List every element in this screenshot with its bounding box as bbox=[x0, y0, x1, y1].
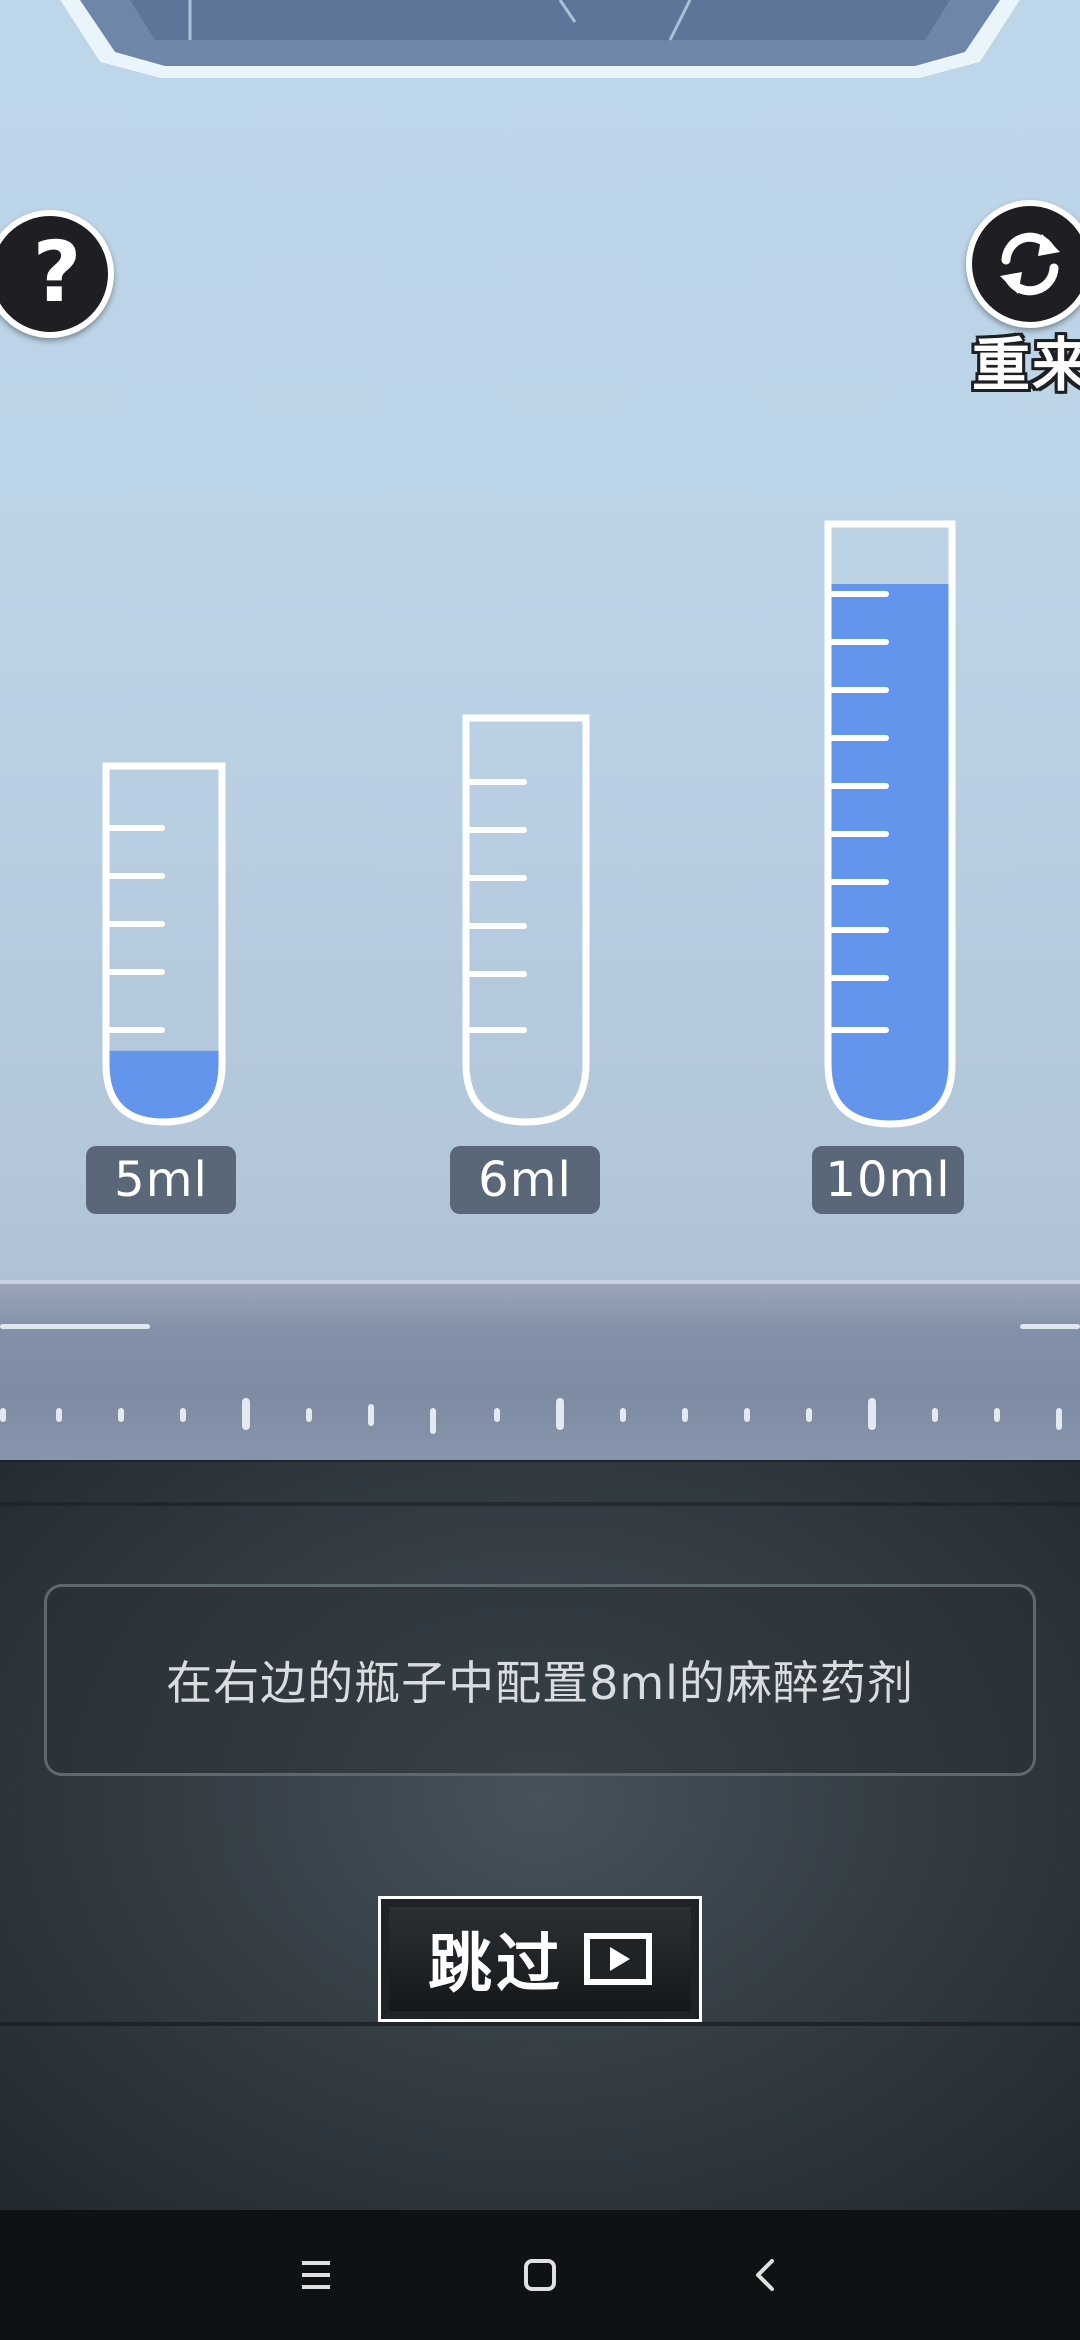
tube-6ml[interactable] bbox=[456, 712, 596, 1130]
top-frame-decoration bbox=[60, 0, 1020, 78]
nav-back-button[interactable] bbox=[706, 2210, 826, 2340]
tube-label-6ml: 6ml bbox=[450, 1146, 600, 1214]
instruction-box: 在右边的瓶子中配置8ml的麻醉药剂 bbox=[44, 1584, 1036, 1776]
game-area: ? 重来 5ml 6ml 10ml bbox=[0, 0, 1080, 1460]
nav-home-button[interactable] bbox=[480, 2210, 600, 2340]
back-chevron-icon bbox=[756, 2259, 774, 2291]
tube-5ml[interactable] bbox=[96, 760, 236, 1130]
system-nav-bar bbox=[0, 2210, 1080, 2340]
nav-menu-button[interactable] bbox=[256, 2210, 376, 2340]
play-icon bbox=[584, 1933, 652, 1985]
instruction-text: 在右边的瓶子中配置8ml的麻醉药剂 bbox=[166, 1656, 914, 1710]
question-mark-icon: ? bbox=[32, 223, 82, 321]
tube-10ml[interactable] bbox=[818, 518, 964, 1130]
refresh-icon bbox=[1000, 232, 1060, 296]
skip-label: 跳过 bbox=[428, 1928, 564, 2002]
tube-label-10ml: 10ml bbox=[812, 1146, 964, 1214]
liquid-fill bbox=[106, 1050, 222, 1122]
help-button[interactable]: ? bbox=[0, 210, 114, 338]
restart-label[interactable]: 重来 bbox=[972, 318, 1080, 402]
menu-icon bbox=[302, 2261, 330, 2289]
home-square-icon bbox=[524, 2259, 556, 2291]
liquid-fill bbox=[828, 584, 952, 1124]
metal-band-decoration bbox=[0, 1280, 1080, 1460]
tube-label-5ml: 5ml bbox=[86, 1146, 236, 1214]
restart-button[interactable] bbox=[966, 200, 1080, 328]
skip-button[interactable]: 跳过 bbox=[378, 1896, 702, 2022]
lower-panel bbox=[0, 1462, 1080, 2210]
